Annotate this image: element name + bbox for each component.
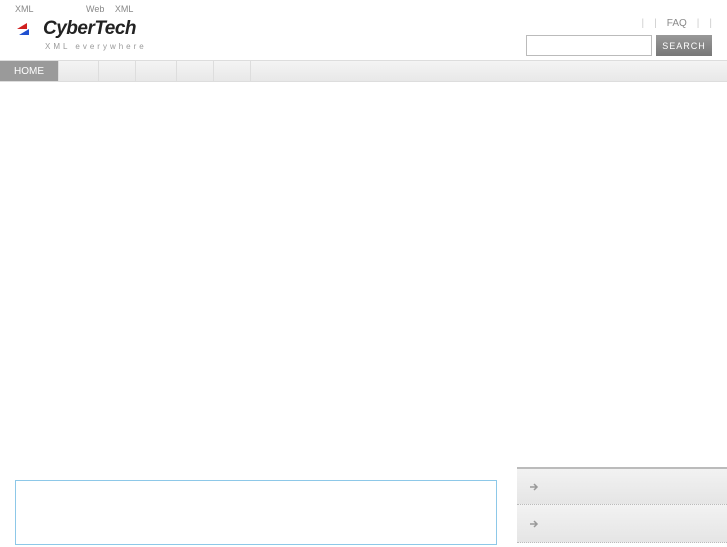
link-separator: | [654,18,657,29]
nav-home[interactable]: HOME [0,61,59,81]
top-meta-text: XML Web XML [0,0,727,18]
header: CyberTech XML everywhere | | FAQ | | SEA… [0,18,727,60]
nav-item-4[interactable] [136,61,176,81]
top-links: | | FAQ | | [642,18,712,29]
meta-xml2: XML [115,4,134,14]
logo-text: CyberTech [43,18,136,40]
logo: CyberTech [15,18,147,40]
main-nav: HOME [0,60,727,82]
arrow-right-icon [527,517,541,531]
nav-item-5[interactable] [177,61,214,81]
link-separator: | [642,18,645,29]
link-separator: | [709,18,712,29]
meta-web: Web [86,4,104,14]
header-right: | | FAQ | | SEARCH [526,18,712,56]
sidebar [517,467,727,543]
link-separator: | [697,18,700,29]
main-content [0,82,727,547]
sidebar-item-2[interactable] [517,505,727,543]
logo-tagline: XML everywhere [45,42,147,51]
nav-item-3[interactable] [99,61,136,81]
arrow-right-icon [527,480,541,494]
logo-icon [15,21,39,37]
faq-link[interactable]: FAQ [667,18,687,29]
search-input[interactable] [526,35,652,56]
search-area: SEARCH [526,35,712,56]
logo-area[interactable]: CyberTech XML everywhere [15,18,147,51]
meta-xml: XML [15,4,34,14]
nav-item-2[interactable] [59,61,99,81]
nav-item-6[interactable] [214,61,251,81]
content-panel [15,480,497,545]
search-button[interactable]: SEARCH [656,35,712,56]
sidebar-item-1[interactable] [517,467,727,505]
